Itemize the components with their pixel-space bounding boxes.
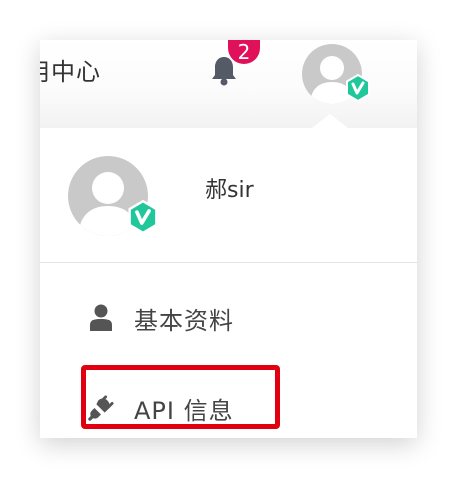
user-center-panel: 用中心 2 — [40, 40, 417, 438]
top-header: 用中心 2 — [40, 40, 417, 128]
vip-icon — [126, 199, 160, 235]
plug-icon — [88, 393, 114, 423]
user-dropdown-menu: 郝sir 基本资料 API 信息 — [40, 114, 417, 438]
divider — [40, 262, 417, 263]
menu-item-label: API 信息 — [134, 396, 234, 425]
vip-icon — [344, 73, 372, 103]
header-title: 用中心 — [40, 58, 101, 86]
menu-item-api-info[interactable]: API 信息 — [88, 388, 388, 428]
menu-item-label: 基本资料 — [134, 306, 234, 335]
screen: 用中心 2 — [0, 0, 458, 480]
user-icon — [88, 303, 114, 333]
dropdown-caret — [312, 114, 348, 128]
menu-item-basic-profile[interactable]: 基本资料 — [88, 298, 388, 338]
username: 郝sir — [205, 178, 254, 203]
